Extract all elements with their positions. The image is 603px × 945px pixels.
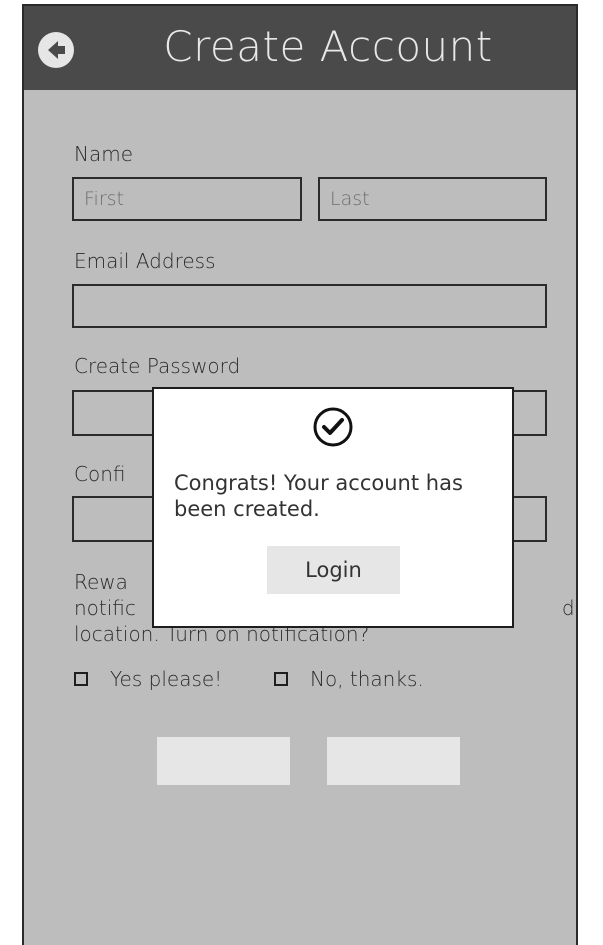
- check-circle-icon: [313, 407, 353, 447]
- email-input[interactable]: [72, 284, 547, 328]
- page-title: Create Account: [163, 22, 493, 71]
- no-option-label: No, thanks.: [310, 667, 424, 691]
- yes-option-label: Yes please!: [110, 667, 223, 691]
- left-action-button[interactable]: [157, 737, 290, 785]
- first-name-input[interactable]: [72, 177, 302, 221]
- no-checkbox[interactable]: [274, 672, 288, 686]
- app-screen: Create Account Name Email Address Create…: [22, 4, 578, 945]
- last-name-input[interactable]: [318, 177, 547, 221]
- email-label: Email Address: [74, 249, 216, 273]
- no-option[interactable]: No, thanks.: [274, 667, 424, 691]
- success-dialog: Congrats! Your account has been created.…: [152, 387, 514, 628]
- success-message: Congrats! Your account has been created.: [174, 471, 463, 521]
- confirm-password-label: Confi: [74, 462, 126, 486]
- yes-checkbox[interactable]: [74, 672, 88, 686]
- login-button[interactable]: Login: [267, 546, 400, 594]
- yes-option[interactable]: Yes please!: [74, 667, 222, 691]
- right-action-button[interactable]: [327, 737, 460, 785]
- name-label: Name: [74, 142, 134, 166]
- app-header: Create Account: [24, 6, 576, 90]
- password-label: Create Password: [74, 354, 241, 378]
